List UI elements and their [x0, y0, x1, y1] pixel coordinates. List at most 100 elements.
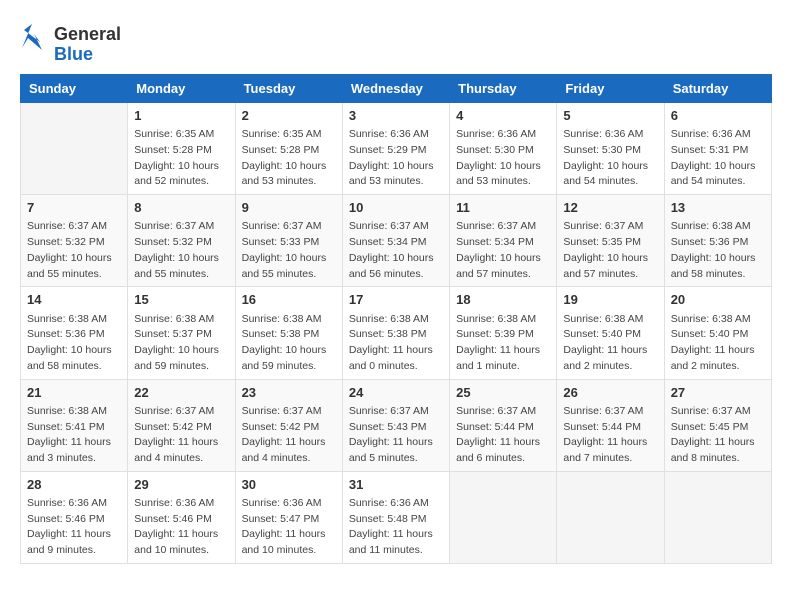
day-number: 7 [27, 199, 121, 217]
day-number: 22 [134, 384, 228, 402]
header-day-thursday: Thursday [450, 75, 557, 103]
day-number: 9 [242, 199, 336, 217]
calendar-cell: 8 Sunrise: 6:37 AMSunset: 5:32 PMDaylight… [128, 195, 235, 287]
day-number: 23 [242, 384, 336, 402]
header: GeneralBlue [20, 20, 772, 64]
day-number: 27 [671, 384, 765, 402]
week-row-1: 1 Sunrise: 6:35 AMSunset: 5:28 PMDaylight… [21, 103, 772, 195]
calendar-cell: 31 Sunrise: 6:36 AMSunset: 5:48 PMDayligh… [342, 471, 449, 563]
calendar-cell: 6 Sunrise: 6:36 AMSunset: 5:31 PMDaylight… [664, 103, 771, 195]
calendar-cell: 16 Sunrise: 6:38 AMSunset: 5:38 PMDayligh… [235, 287, 342, 379]
day-info: Sunrise: 6:36 AMSunset: 5:46 PMDaylight:… [27, 496, 121, 559]
day-number: 20 [671, 291, 765, 309]
week-row-4: 21 Sunrise: 6:38 AMSunset: 5:41 PMDayligh… [21, 379, 772, 471]
day-number: 18 [456, 291, 550, 309]
day-info: Sunrise: 6:37 AMSunset: 5:32 PMDaylight:… [27, 219, 121, 282]
day-number: 21 [27, 384, 121, 402]
week-row-2: 7 Sunrise: 6:37 AMSunset: 5:32 PMDaylight… [21, 195, 772, 287]
calendar-cell: 15Sunrise: 6:38 AMSunset: 5:37 PMDayligh… [128, 287, 235, 379]
day-info: Sunrise: 6:37 AMSunset: 5:32 PMDaylight:… [134, 219, 228, 282]
day-number: 6 [671, 107, 765, 125]
day-number: 31 [349, 476, 443, 494]
header-day-tuesday: Tuesday [235, 75, 342, 103]
calendar-cell: 23 Sunrise: 6:37 AMSunset: 5:42 PMDayligh… [235, 379, 342, 471]
day-number: 1 [134, 107, 228, 125]
day-info: Sunrise: 6:35 AMSunset: 5:28 PMDaylight:… [242, 127, 336, 190]
day-info: Sunrise: 6:36 AMSunset: 5:30 PMDaylight:… [456, 127, 550, 190]
day-info: Sunrise: 6:37 AMSunset: 5:43 PMDaylight:… [349, 404, 443, 467]
day-number: 8 [134, 199, 228, 217]
calendar-cell: 17 Sunrise: 6:38 AMSunset: 5:38 PMDayligh… [342, 287, 449, 379]
day-info: Sunrise: 6:36 AMSunset: 5:46 PMDaylight:… [134, 496, 228, 559]
day-info: Sunrise: 6:37 AMSunset: 5:42 PMDaylight:… [134, 404, 228, 467]
day-info: Sunrise: 6:38 AMSunset: 5:36 PMDaylight:… [671, 219, 765, 282]
day-info: Sunrise: 6:38 AMSunset: 5:38 PMDaylight:… [349, 312, 443, 375]
day-info: Sunrise: 6:35 AMSunset: 5:28 PMDaylight:… [134, 127, 228, 190]
header-day-monday: Monday [128, 75, 235, 103]
week-row-5: 28 Sunrise: 6:36 AMSunset: 5:46 PMDayligh… [21, 471, 772, 563]
day-info: Sunrise: 6:36 AMSunset: 5:29 PMDaylight:… [349, 127, 443, 190]
day-info: Sunrise: 6:36 AMSunset: 5:47 PMDaylight:… [242, 496, 336, 559]
header-day-sunday: Sunday [21, 75, 128, 103]
calendar-cell [450, 471, 557, 563]
calendar-cell: 20 Sunrise: 6:38 AMSunset: 5:40 PMDayligh… [664, 287, 771, 379]
calendar-cell: 10 Sunrise: 6:37 AMSunset: 5:34 PMDayligh… [342, 195, 449, 287]
calendar-cell: 26 Sunrise: 6:37 AMSunset: 5:44 PMDayligh… [557, 379, 664, 471]
calendar-cell: 3 Sunrise: 6:36 AMSunset: 5:29 PMDaylight… [342, 103, 449, 195]
day-number: 29 [134, 476, 228, 494]
day-info: Sunrise: 6:38 AMSunset: 5:41 PMDaylight:… [27, 404, 121, 467]
day-number: 28 [27, 476, 121, 494]
calendar-cell: 7 Sunrise: 6:37 AMSunset: 5:32 PMDaylight… [21, 195, 128, 287]
calendar-cell: 29 Sunrise: 6:36 AMSunset: 5:46 PMDayligh… [128, 471, 235, 563]
calendar-cell: 22 Sunrise: 6:37 AMSunset: 5:42 PMDayligh… [128, 379, 235, 471]
day-number: 10 [349, 199, 443, 217]
day-number: 3 [349, 107, 443, 125]
calendar-cell: 21 Sunrise: 6:38 AMSunset: 5:41 PMDayligh… [21, 379, 128, 471]
day-number: 13 [671, 199, 765, 217]
calendar-cell: 9 Sunrise: 6:37 AMSunset: 5:33 PMDaylight… [235, 195, 342, 287]
calendar-header-row: SundayMondayTuesdayWednesdayThursdayFrid… [21, 75, 772, 103]
header-day-friday: Friday [557, 75, 664, 103]
calendar-cell: 27 Sunrise: 6:37 AMSunset: 5:45 PMDayligh… [664, 379, 771, 471]
day-info: Sunrise: 6:36 AMSunset: 5:48 PMDaylight:… [349, 496, 443, 559]
day-number: 16 [242, 291, 336, 309]
day-info: Sunrise: 6:37 AMSunset: 5:42 PMDaylight:… [242, 404, 336, 467]
calendar-cell: 4 Sunrise: 6:36 AMSunset: 5:30 PMDaylight… [450, 103, 557, 195]
header-day-wednesday: Wednesday [342, 75, 449, 103]
day-info: Sunrise: 6:36 AMSunset: 5:31 PMDaylight:… [671, 127, 765, 190]
day-number: 25 [456, 384, 550, 402]
day-info: Sunrise: 6:37 AMSunset: 5:45 PMDaylight:… [671, 404, 765, 467]
day-info: Sunrise: 6:38 AMSunset: 5:40 PMDaylight:… [563, 312, 657, 375]
day-number: 5 [563, 107, 657, 125]
day-number: 17 [349, 291, 443, 309]
day-info: Sunrise: 6:38 AMSunset: 5:36 PMDaylight:… [27, 312, 121, 375]
day-info: Sunrise: 6:37 AMSunset: 5:34 PMDaylight:… [456, 219, 550, 282]
calendar-cell: 28 Sunrise: 6:36 AMSunset: 5:46 PMDayligh… [21, 471, 128, 563]
week-row-3: 14Sunrise: 6:38 AMSunset: 5:36 PMDayligh… [21, 287, 772, 379]
day-number: 19 [563, 291, 657, 309]
day-number: 2 [242, 107, 336, 125]
day-info: Sunrise: 6:37 AMSunset: 5:44 PMDaylight:… [456, 404, 550, 467]
day-number: 11 [456, 199, 550, 217]
day-info: Sunrise: 6:38 AMSunset: 5:38 PMDaylight:… [242, 312, 336, 375]
calendar-cell: 12 Sunrise: 6:37 AMSunset: 5:35 PMDayligh… [557, 195, 664, 287]
day-number: 30 [242, 476, 336, 494]
calendar-cell: 25 Sunrise: 6:37 AMSunset: 5:44 PMDayligh… [450, 379, 557, 471]
logo-svg: GeneralBlue [20, 20, 130, 64]
calendar-cell [21, 103, 128, 195]
day-info: Sunrise: 6:37 AMSunset: 5:35 PMDaylight:… [563, 219, 657, 282]
day-info: Sunrise: 6:37 AMSunset: 5:34 PMDaylight:… [349, 219, 443, 282]
calendar-cell: 11 Sunrise: 6:37 AMSunset: 5:34 PMDayligh… [450, 195, 557, 287]
day-info: Sunrise: 6:37 AMSunset: 5:44 PMDaylight:… [563, 404, 657, 467]
day-info: Sunrise: 6:38 AMSunset: 5:40 PMDaylight:… [671, 312, 765, 375]
calendar-cell [664, 471, 771, 563]
day-number: 12 [563, 199, 657, 217]
calendar-cell: 13 Sunrise: 6:38 AMSunset: 5:36 PMDayligh… [664, 195, 771, 287]
calendar-cell [557, 471, 664, 563]
day-number: 4 [456, 107, 550, 125]
day-number: 26 [563, 384, 657, 402]
calendar-table: SundayMondayTuesdayWednesdayThursdayFrid… [20, 74, 772, 564]
calendar-cell: 1 Sunrise: 6:35 AMSunset: 5:28 PMDaylight… [128, 103, 235, 195]
day-number: 24 [349, 384, 443, 402]
day-info: Sunrise: 6:37 AMSunset: 5:33 PMDaylight:… [242, 219, 336, 282]
